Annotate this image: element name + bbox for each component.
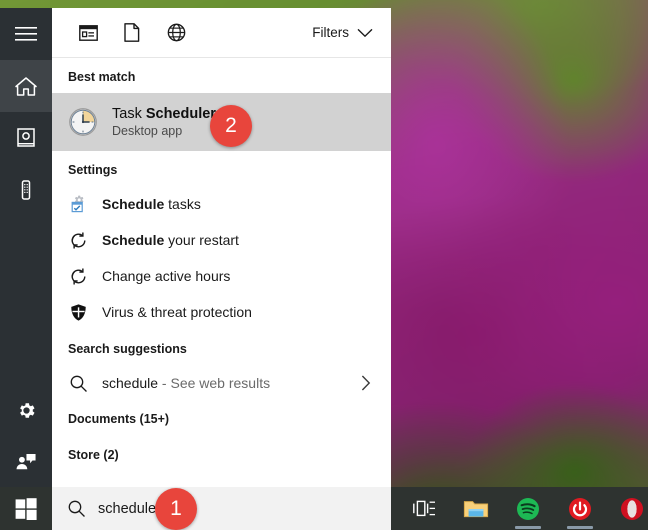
- feedback-person-icon: [15, 452, 37, 472]
- chevron-down-icon: [357, 28, 373, 38]
- restart-icon: [68, 230, 88, 250]
- settings-item-label: Change active hours: [102, 268, 231, 284]
- task-view-icon[interactable]: [411, 496, 437, 522]
- sidebar-item-hamburger[interactable]: [0, 8, 52, 60]
- gear-icon: [16, 400, 37, 421]
- settings-header: Settings: [68, 163, 118, 177]
- shield-icon: [68, 302, 88, 322]
- spotify-icon[interactable]: [515, 496, 541, 529]
- tab-all-apps[interactable]: [66, 13, 110, 53]
- search-suggestion-item[interactable]: schedule - See web results: [52, 365, 391, 401]
- sidebar-item-pictures[interactable]: [0, 112, 52, 164]
- search-icon: [68, 373, 88, 393]
- windows-logo-icon: [15, 497, 37, 520]
- chevron-right-icon: [361, 375, 391, 391]
- settings-item-virus-threat-protection[interactable]: Virus & threat protection: [52, 294, 391, 330]
- sidebar-item-feedback[interactable]: [0, 436, 52, 488]
- sidebar-item-home[interactable]: [0, 60, 52, 112]
- taskbar: schedule: [0, 487, 648, 530]
- clock-icon: [68, 107, 98, 137]
- search-filter-toolbar: Filters: [52, 8, 391, 58]
- settings-item-change-active-hours[interactable]: Change active hours: [52, 258, 391, 294]
- settings-item-schedule-restart[interactable]: Schedule your restart: [52, 222, 391, 258]
- tab-documents[interactable]: [110, 13, 154, 53]
- restart-icon: [68, 266, 88, 286]
- search-results-content: Filters Best match Task Scheduler Deskto…: [52, 8, 391, 487]
- taskbar-search-input[interactable]: schedule: [52, 487, 391, 530]
- callout-badge-1: 1: [155, 488, 197, 530]
- tab-web[interactable]: [154, 13, 198, 53]
- sidebar-item-settings[interactable]: [0, 384, 52, 436]
- start-search-panel: Filters Best match Task Scheduler Deskto…: [0, 8, 391, 530]
- running-indicator: [515, 525, 541, 529]
- search-suggestions-header: Search suggestions: [68, 342, 187, 356]
- file-explorer-icon[interactable]: [463, 496, 489, 522]
- document-page-icon: [124, 23, 140, 42]
- apps-window-icon: [78, 24, 98, 41]
- search-suggestion-label: schedule - See web results: [102, 375, 271, 391]
- taskbar-app-icons: [391, 487, 648, 530]
- screen: Filters Best match Task Scheduler Deskto…: [0, 0, 648, 530]
- store-section-header[interactable]: Store (2): [52, 437, 391, 473]
- start-sidebar: [0, 8, 52, 487]
- best-match-title: Task Scheduler: [112, 106, 216, 122]
- settings-item-label: Virus & threat protection: [102, 304, 252, 320]
- pictures-icon: [15, 127, 37, 149]
- callout-badge-2: 2: [210, 105, 252, 147]
- schedule-tasks-icon: [68, 194, 88, 214]
- home-icon: [15, 76, 37, 97]
- settings-item-label: Schedule tasks: [102, 196, 201, 212]
- best-match-texts: Task Scheduler Desktop app: [112, 106, 216, 138]
- sidebar-item-documents[interactable]: [0, 164, 52, 216]
- documents-section-header[interactable]: Documents (15+): [52, 401, 391, 437]
- best-match-subtitle: Desktop app: [112, 124, 183, 138]
- search-icon: [66, 499, 86, 519]
- hamburger-icon: [15, 26, 37, 42]
- opera-icon[interactable]: [619, 496, 645, 522]
- globe-icon: [167, 23, 186, 42]
- filters-dropdown-button[interactable]: Filters: [312, 25, 377, 40]
- power-icon[interactable]: [567, 496, 593, 529]
- documents-icon: [15, 179, 37, 201]
- settings-item-label: Schedule your restart: [102, 232, 239, 248]
- filters-label: Filters: [312, 25, 349, 40]
- taskbar-search-value: schedule: [98, 500, 157, 517]
- best-match-header: Best match: [68, 70, 136, 84]
- running-indicator: [567, 525, 593, 529]
- start-button[interactable]: [0, 487, 52, 530]
- settings-item-schedule-tasks[interactable]: Schedule tasks: [52, 186, 391, 222]
